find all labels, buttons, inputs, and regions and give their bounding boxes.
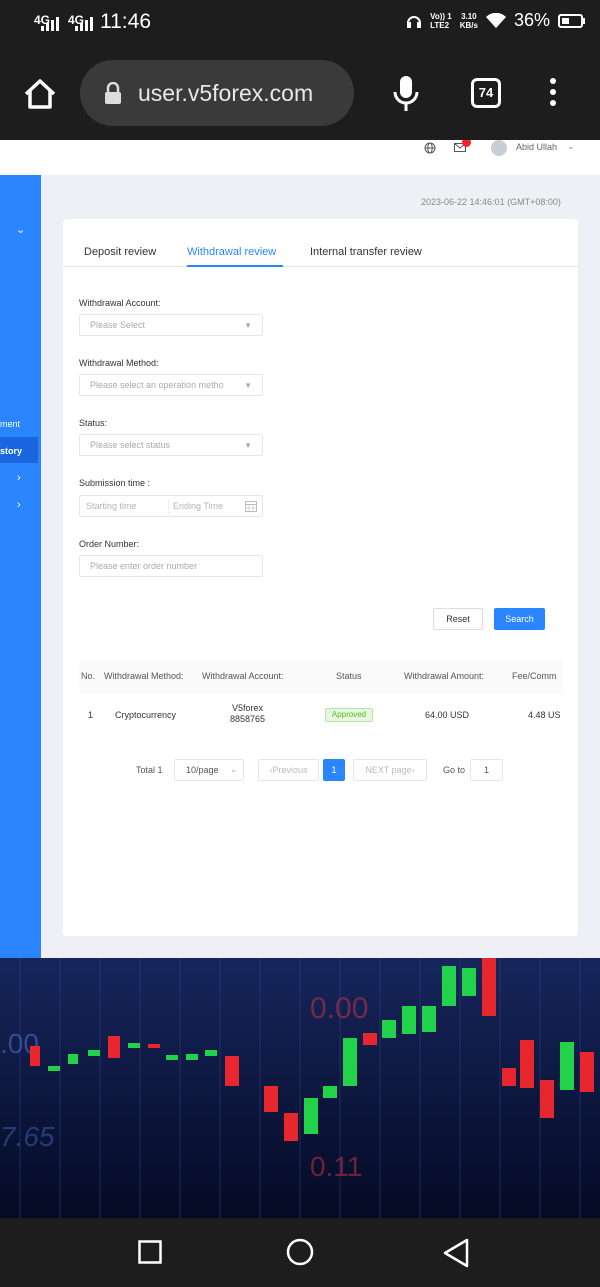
wifi-icon xyxy=(485,12,506,28)
battery-icon xyxy=(558,13,585,28)
col-method: Withdrawal Method: xyxy=(104,671,184,681)
tab-withdrawal-review[interactable]: Withdrawal review xyxy=(187,246,276,258)
signal-bars-2-icon xyxy=(75,17,93,31)
row-account-number: 8858765 xyxy=(230,714,266,724)
candlestick-graphic: 0.00 .00 7.65 0.11 xyxy=(0,958,600,1218)
row-no: 1 xyxy=(88,710,94,720)
previous-label: Previous xyxy=(272,765,308,775)
sidebar: ⌄ ment story › › xyxy=(0,175,41,958)
review-tabs: Deposit review Withdrawal review Interna… xyxy=(63,219,578,267)
col-status: Status xyxy=(336,671,362,681)
lte-label: LTE2 xyxy=(430,20,450,30)
tab-switcher-button[interactable]: 74 xyxy=(471,78,501,108)
withdrawal-method-select[interactable]: Please select an operation metho ▼ xyxy=(79,374,263,396)
current-page-button[interactable]: 1 xyxy=(323,759,345,781)
row-account-name: V5forex xyxy=(232,703,264,713)
status-select[interactable]: Please select status ▼ xyxy=(79,434,263,456)
clock: 11:46 xyxy=(100,10,151,33)
lock-icon xyxy=(105,82,121,104)
overflow-menu-icon[interactable] xyxy=(548,78,558,112)
address-bar[interactable]: user.v5forex.com xyxy=(80,60,354,126)
back-icon[interactable] xyxy=(442,1238,470,1268)
caret-down-icon: ▼ xyxy=(244,441,252,450)
pagination-total: Total 1 xyxy=(136,765,163,775)
status-placeholder: Please select status xyxy=(90,440,171,450)
next-label: NEXT page xyxy=(365,765,412,775)
table-header: No. Withdrawal Method: Withdrawal Accoun… xyxy=(79,660,563,694)
next-page-button[interactable]: NEXT page› xyxy=(353,759,427,781)
col-amount: Withdrawal Amount: xyxy=(404,671,485,681)
page-size-value: 10/page xyxy=(186,765,219,775)
page-size-select[interactable]: 10/page ⌄ xyxy=(174,759,244,781)
server-time: 2023-06-22 14:46:01 (GMT+08:00) xyxy=(421,197,561,207)
withdrawal-account-label: Withdrawal Account: xyxy=(79,298,161,308)
review-card: Deposit review Withdrawal review Interna… xyxy=(63,219,578,936)
bg-number-1: 0.00 xyxy=(310,992,368,1025)
browser-toolbar: user.v5forex.com 74 xyxy=(0,48,600,140)
bg-number-3: 7.65 xyxy=(0,1121,55,1152)
web-page: Abid Ullah ⌄ ⌄ ment story › › 2023-06-22… xyxy=(0,140,600,958)
col-no: No. xyxy=(81,671,96,681)
home-icon[interactable] xyxy=(20,74,60,114)
system-navigation-bar xyxy=(0,1218,600,1287)
col-fee: Fee/Comm xyxy=(512,671,557,681)
row-method: Cryptocurrency xyxy=(115,710,177,720)
submission-time-label: Submission time : xyxy=(79,478,151,488)
bg-number-4: 0.11 xyxy=(310,1151,362,1182)
row-fee: 4.48 US xyxy=(528,710,561,720)
search-button[interactable]: Search xyxy=(494,608,545,630)
withdrawal-account-placeholder: Please Select xyxy=(90,320,146,330)
battery-percent: 36% xyxy=(513,10,550,30)
volte-label: Vo)) 1 xyxy=(430,11,452,21)
goto-label: Go to xyxy=(443,765,466,775)
order-number-placeholder: Please enter order number xyxy=(90,561,198,571)
site-header: Abid Ullah ⌄ xyxy=(0,140,600,175)
headphones-icon xyxy=(407,15,422,28)
row-amount: 64.00 USD xyxy=(425,710,470,720)
chevron-right-icon: › xyxy=(411,765,415,775)
signal-bars-icon xyxy=(41,17,59,31)
recent-apps-icon[interactable] xyxy=(138,1240,162,1264)
reset-button[interactable]: Reset xyxy=(433,608,483,630)
status-bar: 4G 4G 11:46 Vo)) 1 LTE2 3.10 KB/s 36% xyxy=(0,0,600,48)
end-date-input[interactable]: Ending Time xyxy=(173,501,223,511)
submission-date-range[interactable]: Starting time Ending Time xyxy=(79,495,263,517)
caret-down-icon: ▼ xyxy=(244,381,252,390)
withdrawal-account-select[interactable]: Please Select ▼ xyxy=(79,314,263,336)
speed-value: 3.10 xyxy=(461,11,477,21)
calendar-icon[interactable] xyxy=(245,500,257,512)
active-tab-indicator xyxy=(187,265,283,267)
withdrawal-method-placeholder: Please select an operation metho xyxy=(90,380,224,390)
sidebar-item-history[interactable]: story xyxy=(0,446,22,456)
globe-icon[interactable] xyxy=(424,142,436,154)
chevron-down-icon[interactable]: ⌄ xyxy=(567,141,575,152)
avatar[interactable] xyxy=(491,140,507,156)
date-separator xyxy=(168,499,169,515)
trading-chart-background: 0.00 .00 7.65 0.11 xyxy=(0,958,600,1218)
previous-page-button[interactable]: ‹Previous xyxy=(258,759,319,781)
withdrawal-table: No. Withdrawal Method: Withdrawal Accoun… xyxy=(79,660,563,734)
chevron-down-icon[interactable]: ⌄ xyxy=(16,223,25,236)
chevron-right-icon[interactable]: › xyxy=(17,499,21,511)
notification-badge xyxy=(462,140,471,147)
goto-page-input[interactable]: 1 xyxy=(470,759,503,781)
caret-down-icon: ▼ xyxy=(244,321,252,330)
col-account: Withdrawal Account: xyxy=(202,671,284,681)
url-text: user.v5forex.com xyxy=(138,80,314,106)
speed-unit: KB/s xyxy=(459,20,478,30)
order-number-input[interactable]: Please enter order number xyxy=(79,555,263,577)
home-circle-icon[interactable] xyxy=(286,1238,314,1266)
microphone-icon[interactable] xyxy=(392,74,420,114)
start-date-input[interactable]: Starting time xyxy=(86,501,137,511)
chevron-right-icon[interactable]: › xyxy=(17,472,21,484)
status-badge: Approved xyxy=(325,708,373,722)
sidebar-item-statement[interactable]: ment xyxy=(0,419,20,429)
chevron-down-icon: ⌄ xyxy=(230,765,237,774)
user-name[interactable]: Abid Ullah xyxy=(516,142,557,152)
status-label: Status: xyxy=(79,418,108,428)
tab-deposit-review[interactable]: Deposit review xyxy=(84,246,156,258)
order-number-label: Order Number: xyxy=(79,539,140,549)
withdrawal-method-label: Withdrawal Method: xyxy=(79,358,159,368)
tab-internal-transfer-review[interactable]: Internal transfer review xyxy=(310,246,422,258)
